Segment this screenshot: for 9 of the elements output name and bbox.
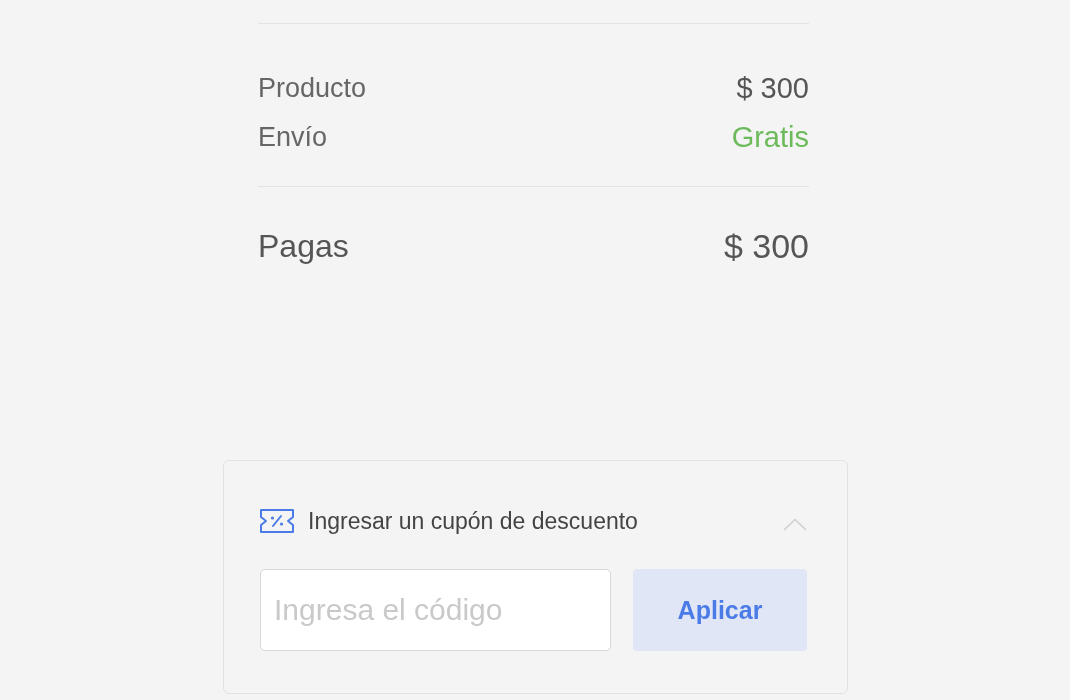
summary-label: Producto (258, 71, 367, 104)
total-amount: $ 300 (723, 227, 809, 265)
chevron-icon[interactable] (783, 517, 807, 531)
free-shipping-value: Gratis (731, 119, 809, 154)
coupon-toggle-label[interactable]: Ingresar un cupón de descuento (308, 507, 783, 535)
summary-value: $ 300 (736, 70, 809, 105)
summary-label: Envío (258, 120, 328, 153)
coupon-icon (260, 509, 294, 533)
total-label: Pagas (258, 227, 349, 265)
